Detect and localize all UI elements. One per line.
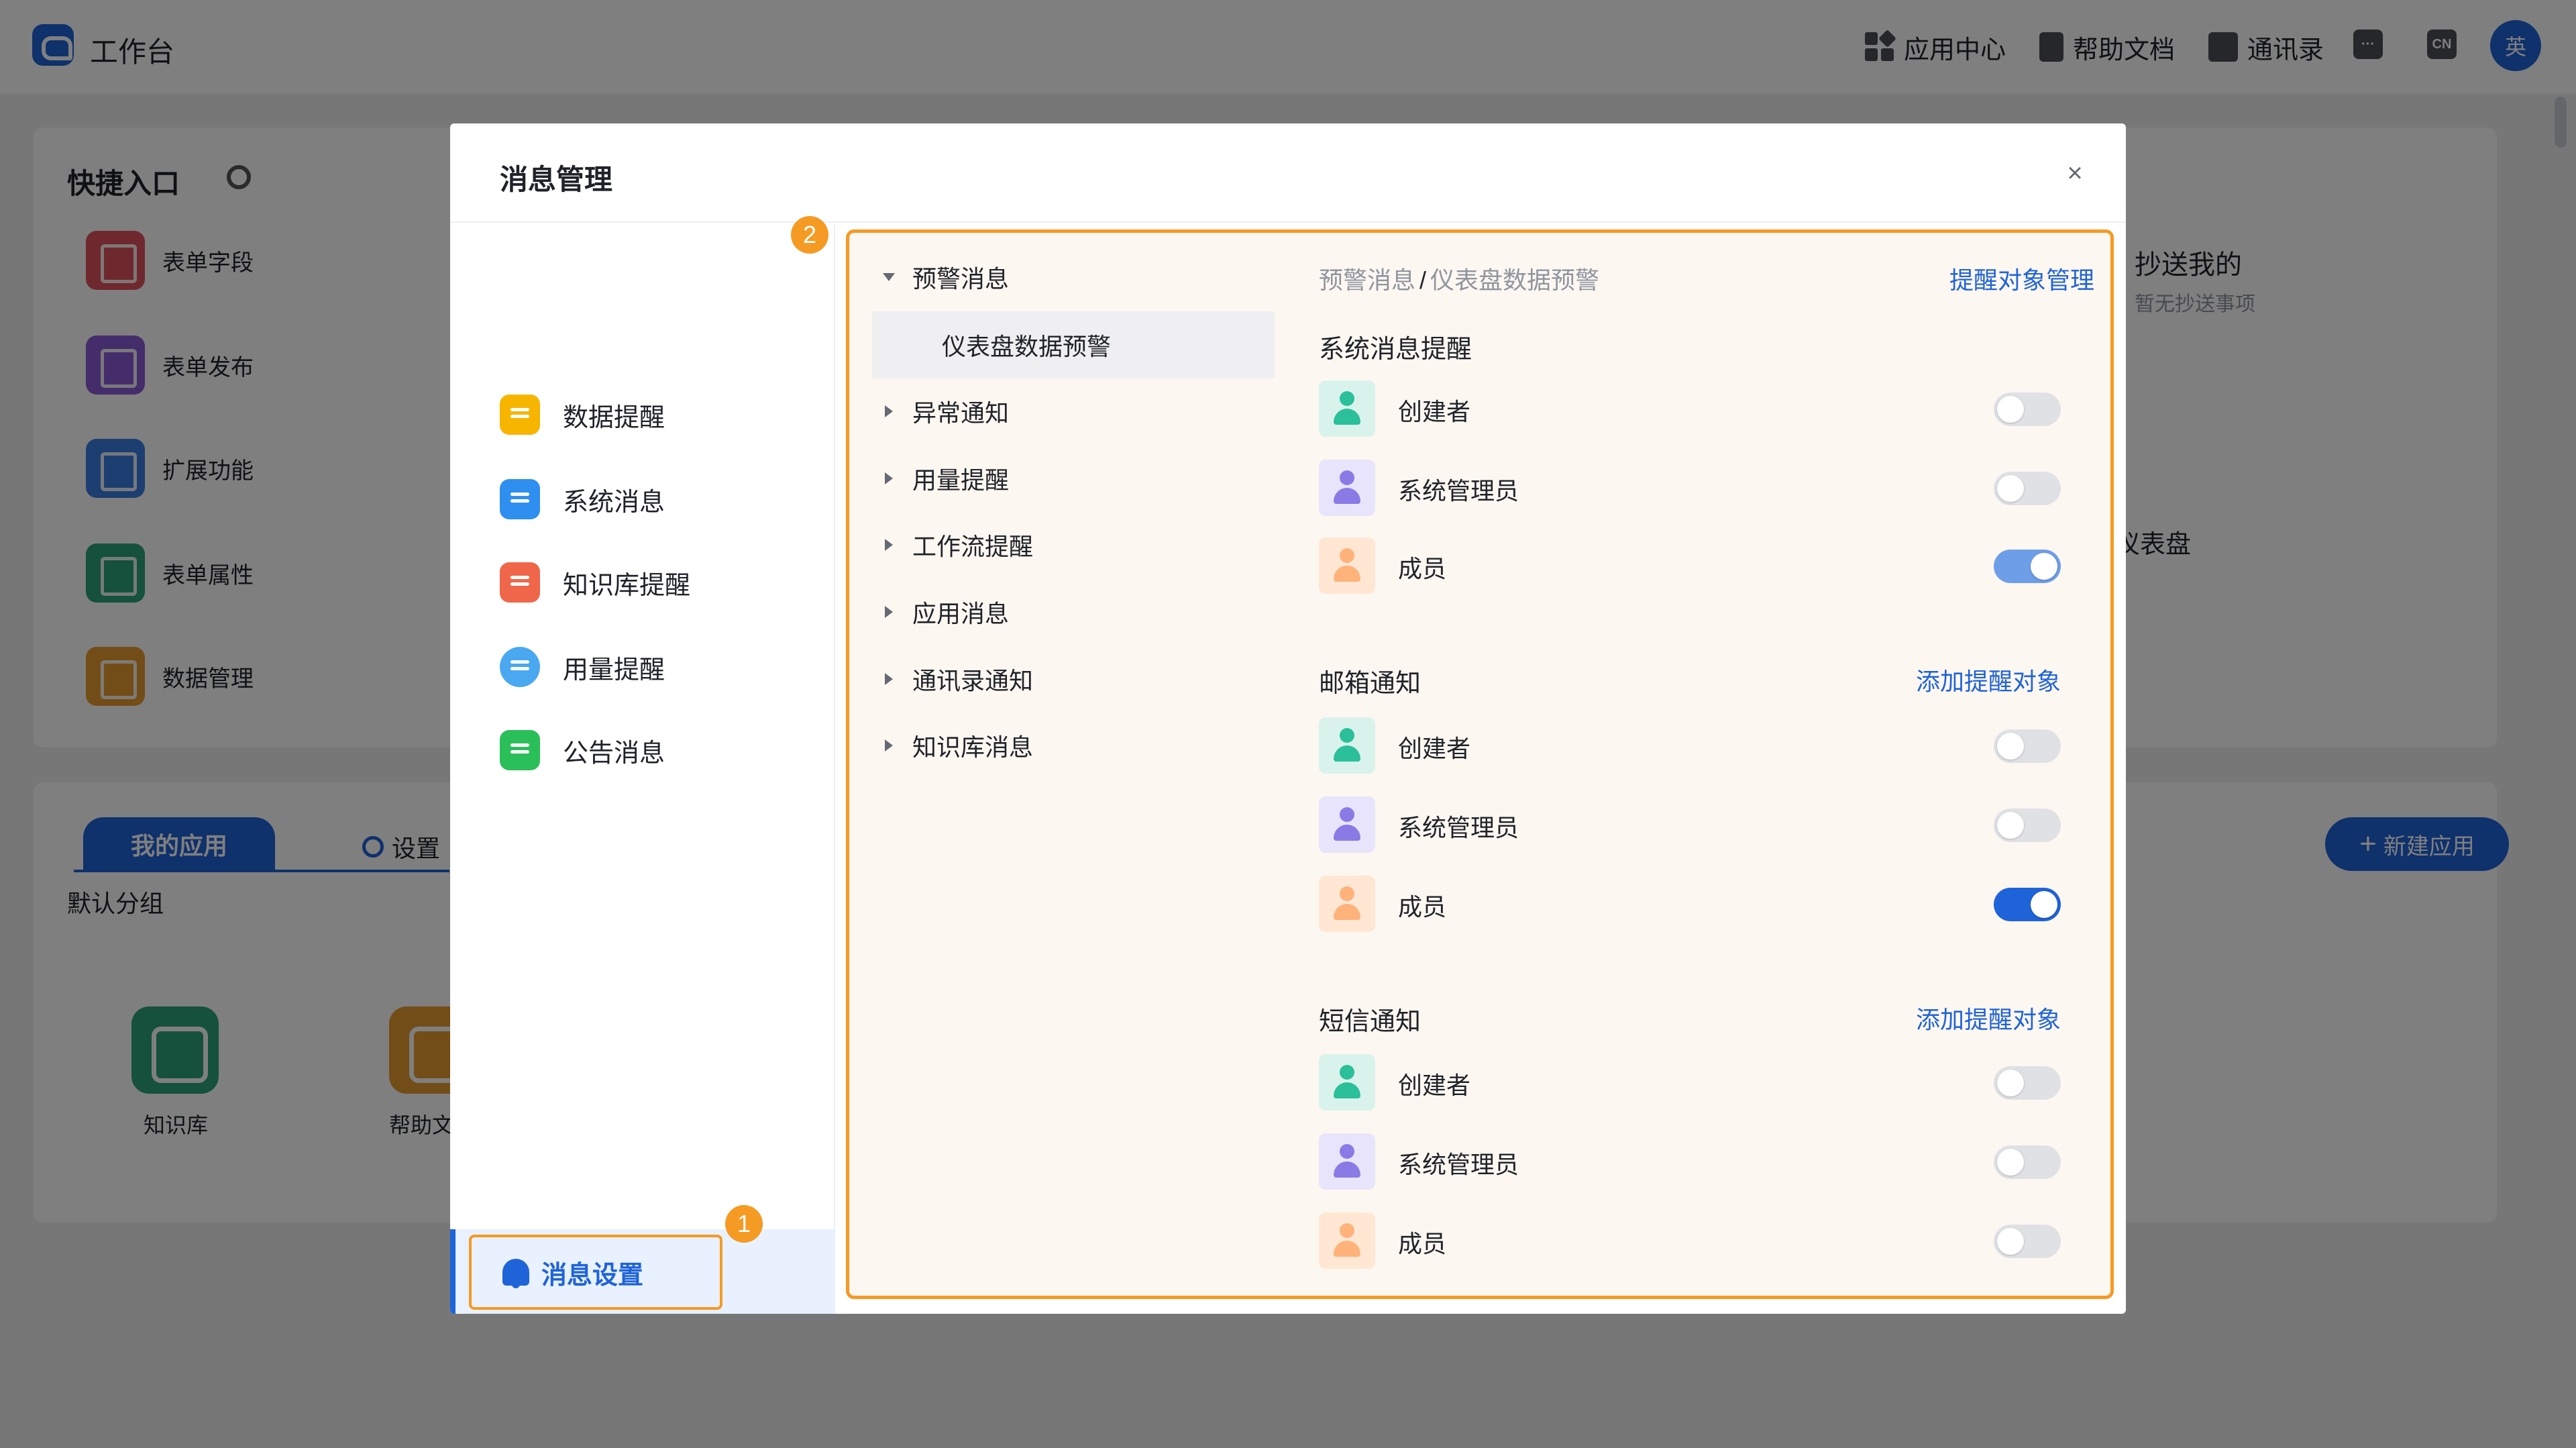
caret-right-icon <box>885 539 893 551</box>
tree-node-exception[interactable]: 异常通知 <box>883 394 1009 429</box>
toggle-switch[interactable] <box>1994 809 2061 842</box>
category-knowledge-reminder[interactable]: 知识库提醒 <box>500 562 690 603</box>
toggle-switch[interactable] <box>1994 472 2061 505</box>
tree-node-label: 用量提醒 <box>912 466 1010 494</box>
recipient-label: 创建者 <box>1398 398 1471 425</box>
recipient-label: 系统管理员 <box>1398 1151 1519 1178</box>
recipient-row: 创建者 <box>1319 380 2061 437</box>
category-usage-reminder[interactable]: 用量提醒 <box>500 647 665 687</box>
recipient-label: 成员 <box>1398 1230 1447 1257</box>
category-list: 数据提醒 系统消息 知识库提醒 用量提醒 公告消息 <box>450 224 835 1314</box>
breadcrumb-current: 仪表盘数据预警 <box>1430 266 1600 294</box>
category-announcements[interactable]: 公告消息 <box>500 730 665 770</box>
dialog-header: 消息管理 × <box>450 123 2126 223</box>
tree-node-label: 预警消息 <box>912 265 1010 293</box>
system-message-icon <box>500 479 540 519</box>
recipient-label: 成员 <box>1398 555 1447 582</box>
user-avatar-icon <box>1319 717 1375 774</box>
section-title-system: 系统消息提醒 <box>1319 335 1472 364</box>
recipient-row: 系统管理员 <box>1319 796 2061 853</box>
message-settings-label: 消息设置 <box>541 1261 644 1290</box>
book-icon <box>500 562 540 603</box>
breadcrumb-parent[interactable]: 预警消息 <box>1319 266 1415 294</box>
recipient-row: 成员 <box>1319 1212 2061 1269</box>
data-reminder-icon <box>500 395 540 435</box>
user-avatar-icon <box>1319 1212 1375 1269</box>
message-management-dialog: 消息管理 × 数据提醒 系统消息 知识库提醒 用量提醒 公告消息 消息设置 1 <box>450 123 2126 1314</box>
tree-node-warning[interactable]: 预警消息 <box>883 260 1009 295</box>
caret-right-icon <box>885 739 893 752</box>
add-recipient-link[interactable]: 添加提醒对象 <box>1916 1000 2061 1035</box>
breadcrumb-separator: / <box>1419 266 1427 294</box>
breadcrumb: 预警消息 / 仪表盘数据预警 <box>1319 261 1599 296</box>
user-avatar-icon <box>1319 1054 1375 1110</box>
caret-right-icon <box>885 606 893 618</box>
recipient-label: 成员 <box>1398 893 1447 921</box>
tree-node-label: 通讯录通知 <box>912 667 1034 694</box>
recipient-label: 创建者 <box>1398 1072 1471 1099</box>
category-label: 系统消息 <box>563 488 665 517</box>
category-data-reminder[interactable]: 数据提醒 <box>500 395 665 435</box>
category-label: 知识库提醒 <box>563 571 691 600</box>
message-settings-button[interactable]: 消息设置 <box>469 1235 722 1310</box>
tree-node-dashboard-warning[interactable]: 仪表盘数据预警 <box>872 311 1275 378</box>
dialog-title: 消息管理 <box>500 164 613 195</box>
caret-right-icon <box>885 405 893 417</box>
toggle-switch[interactable] <box>1994 550 2061 583</box>
tree-node-workflow[interactable]: 工作流提醒 <box>883 527 1033 562</box>
recipient-label: 创建者 <box>1398 735 1471 762</box>
toggle-switch[interactable] <box>1994 393 2061 426</box>
recipient-row: 成员 <box>1319 876 2061 932</box>
category-system-messages[interactable]: 系统消息 <box>500 479 665 519</box>
user-avatar-icon <box>1319 876 1375 932</box>
caret-down-icon <box>883 273 895 281</box>
toggle-switch[interactable] <box>1994 888 2061 921</box>
toggle-switch[interactable] <box>1994 1066 2061 1100</box>
message-settings-panel: 预警消息 仪表盘数据预警 异常通知 用量提醒 工作流提醒 应用消息 通讯录通知 … <box>846 229 2114 1299</box>
toggle-switch[interactable] <box>1994 729 2061 763</box>
recipient-row: 系统管理员 <box>1319 1133 2061 1190</box>
user-avatar-icon <box>1319 380 1375 437</box>
section-title-sms: 短信通知 <box>1319 1008 1421 1036</box>
toggle-switch[interactable] <box>1994 1225 2061 1258</box>
category-label: 数据提醒 <box>563 403 665 432</box>
add-recipient-link[interactable]: 添加提醒对象 <box>1916 662 2061 697</box>
section-title-email: 邮箱通知 <box>1319 670 1421 698</box>
tree-node-contacts[interactable]: 通讯录通知 <box>883 662 1033 696</box>
close-icon[interactable]: × <box>2063 160 2087 187</box>
bell-icon <box>502 1259 529 1288</box>
recipient-row: 成员 <box>1319 537 2061 594</box>
tree-node-usage[interactable]: 用量提醒 <box>883 461 1009 496</box>
settings-zone: 消息设置 <box>450 1229 835 1314</box>
tree-node-label: 异常通知 <box>912 399 1010 427</box>
recipient-row: 系统管理员 <box>1319 460 2061 516</box>
caret-right-icon <box>885 673 893 685</box>
caret-right-icon <box>885 472 893 484</box>
usage-icon <box>500 647 540 687</box>
user-avatar-icon <box>1319 460 1375 516</box>
recipient-label: 系统管理员 <box>1398 477 1519 505</box>
manage-recipients-link[interactable]: 提醒对象管理 <box>1949 261 2094 296</box>
tree-node-label: 工作流提醒 <box>912 533 1034 560</box>
toggle-switch[interactable] <box>1994 1145 2061 1179</box>
tree-node-app-messages[interactable]: 应用消息 <box>883 594 1009 629</box>
user-avatar-icon <box>1319 1133 1375 1190</box>
step-badge-1: 1 <box>725 1205 763 1243</box>
recipient-row: 创建者 <box>1319 1054 2061 1110</box>
recipient-label: 系统管理员 <box>1398 814 1519 841</box>
user-avatar-icon <box>1319 537 1375 594</box>
user-avatar-icon <box>1319 796 1375 853</box>
step-badge-2: 2 <box>791 216 828 254</box>
tree-node-knowledge[interactable]: 知识库消息 <box>883 728 1033 763</box>
tree-node-label: 知识库消息 <box>912 733 1034 761</box>
tree-node-label: 应用消息 <box>912 600 1010 627</box>
category-label: 用量提醒 <box>563 656 665 684</box>
recipient-row: 创建者 <box>1319 717 2061 774</box>
announcement-icon <box>500 730 540 770</box>
category-label: 公告消息 <box>563 739 665 768</box>
